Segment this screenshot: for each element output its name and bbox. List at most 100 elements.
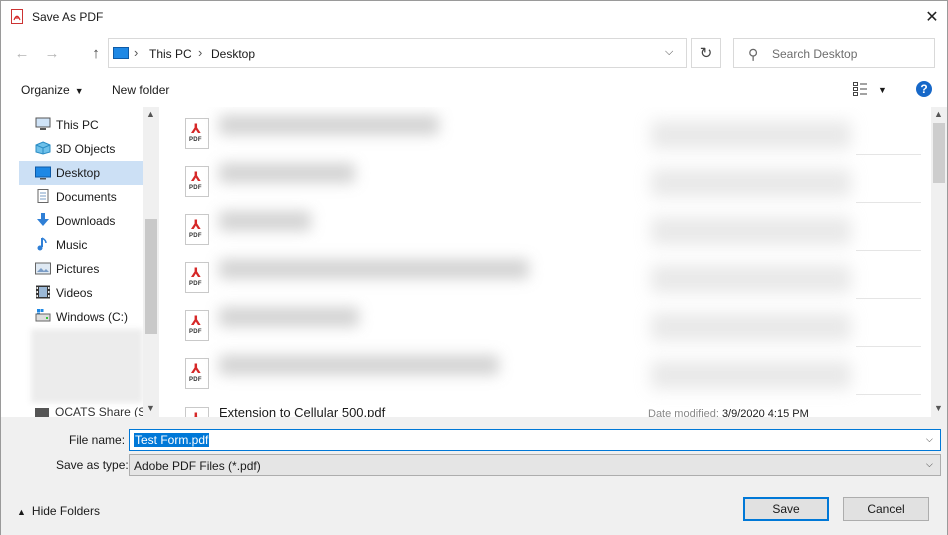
redacted-file-meta [651,265,851,293]
refresh-icon: ↻ [699,45,713,62]
music-icon [37,237,47,251]
redacted-filename [219,355,499,375]
sidebar-item-label: Downloads [56,214,116,228]
file-list-scrollbar[interactable]: ▲ ▼ [931,107,947,417]
new-folder-button[interactable]: New folder [112,83,169,97]
close-button[interactable]: ✕ [921,7,943,27]
redacted-file-meta [651,217,851,245]
file-row[interactable]: ⅄ PDF [161,299,931,347]
sidebar-scrollbar[interactable]: ▲ ▼ [143,107,159,417]
command-toolbar: Organize ▼ New folder ▼ ? [1,77,947,103]
redacted-filename [219,115,439,135]
pdf-file-icon: ⅄PDF [185,262,209,293]
sidebar-item-documents[interactable]: Documents [19,185,143,209]
search-icon: ⚲ [748,46,759,62]
breadcrumb-this-pc[interactable]: This PC [149,47,192,61]
pdf-file-icon: ⅄PDF [185,118,209,149]
pdf-file-icon: ⅄PDF [185,358,209,389]
sidebar-item-3d-objects[interactable]: 3D Objects [19,137,143,161]
chevron-down-icon[interactable]: ⌵ [926,434,933,445]
chevron-right-icon: › [198,45,203,60]
pdf-file-icon: ⅄PDF [185,407,209,417]
scroll-up-icon[interactable]: ▲ [934,109,943,119]
save-button[interactable]: Save [743,497,829,521]
redacted-file-meta [651,121,851,149]
pdf-file-icon: ⅄PDF [185,166,209,197]
network-drive-icon [35,407,49,417]
download-icon [37,213,49,226]
save-form: File name: Test Form.pdf ⌵ Save as type:… [1,417,947,535]
sidebar-item-this-pc[interactable]: This PC [19,113,143,137]
pdf-file-icon: ⅄PDF [185,310,209,341]
desktop-icon [35,166,51,180]
filename-field[interactable]: Test Form.pdf ⌵ [129,429,941,451]
file-row[interactable]: ⅄ PDF [161,251,931,299]
close-icon: ✕ [925,9,939,26]
savetype-select[interactable]: Adobe PDF Files (*.pdf) ⌵ [129,454,941,476]
search-input[interactable] [772,45,927,62]
sidebar-item-pictures[interactable]: Pictures [19,257,143,281]
sidebar-item-label: 3D Objects [56,142,116,156]
back-button[interactable]: ← [13,43,31,63]
caret-down-icon: ▼ [74,86,84,96]
arrow-right-icon: → [44,44,60,62]
window-title: Save As PDF [32,10,104,24]
sidebar-item-desktop[interactable]: Desktop [19,161,143,185]
pc-icon [35,117,51,130]
redacted-filename [219,259,529,279]
save-as-dialog: Save As PDF ✕ ← → ↑ › This PC › Desktop … [0,0,948,535]
view-options-caret-icon[interactable]: ▼ [878,85,887,95]
cancel-button[interactable]: Cancel [843,497,929,521]
date-modified-label: Date modified: [648,408,719,417]
file-row[interactable]: ⅄ PDF [161,155,931,203]
filename-value: Test Form.pdf [134,433,210,447]
chevron-down-icon: ⌵ [926,459,933,469]
address-bar[interactable]: › This PC › Desktop ⌵ [108,38,687,68]
file-row[interactable]: ⅄PDF Extension to Cellular 500.pdf Date … [161,405,931,417]
sidebar-item-share-drive[interactable]: OCATS Share (S: [35,405,149,417]
breadcrumb-desktop[interactable]: Desktop [211,47,255,61]
scroll-down-icon[interactable]: ▼ [146,403,155,413]
picture-icon [35,262,51,275]
scroll-down-icon[interactable]: ▼ [934,403,943,413]
sidebar-item-music[interactable]: Music [19,233,143,257]
file-row[interactable]: ⅄ PDF [161,203,931,251]
sidebar-item-videos[interactable]: Videos [19,281,143,305]
sidebar-item-windows-c[interactable]: Windows (C:) [19,305,143,329]
file-list-scroll-thumb[interactable] [933,123,945,183]
refresh-button[interactable]: ↻ [691,38,721,68]
file-row[interactable]: ⅄ PDF [161,347,931,395]
redacted-file-meta [651,169,851,197]
document-icon [37,189,49,203]
sidebar-scroll-thumb[interactable] [145,219,157,334]
filename-label: File name: [69,433,126,447]
sidebar-item-label: Videos [56,286,93,300]
scroll-up-icon[interactable]: ▲ [146,109,155,119]
video-icon [36,285,50,299]
navigation-pane: This PC 3D Objects Desktop Documents Dow… [19,107,159,417]
chevron-right-icon: › [134,45,139,60]
chevron-down-icon[interactable]: ⌵ [665,46,673,59]
forward-button[interactable]: → [43,43,61,63]
redacted-filename [219,163,355,183]
redacted-area [31,329,143,403]
cube-icon [35,141,51,155]
redacted-filename [219,211,311,231]
sidebar-item-downloads[interactable]: Downloads [19,209,143,233]
title-bar: Save As PDF ✕ [1,1,947,33]
search-box[interactable]: ⚲ [733,38,935,68]
file-date-modified: Date modified: 3/9/2020 4:15 PM [648,408,809,417]
redacted-filename [219,307,359,327]
sidebar-item-label: OCATS Share (S: [55,405,150,417]
up-button[interactable]: ↑ [87,43,105,63]
caret-up-icon: ▲ [17,507,26,517]
help-icon[interactable]: ? [916,81,932,97]
details-view-icon[interactable] [853,82,867,96]
sidebar-item-label: Windows (C:) [56,310,129,324]
file-row[interactable]: ⅄ PDF [161,107,931,155]
file-name: Extension to Cellular 500.pdf [219,405,386,417]
savetype-label: Save as type: [56,458,129,472]
hide-folders-button[interactable]: ▲ Hide Folders [17,504,100,518]
organize-button[interactable]: Organize ▼ [21,83,84,97]
date-modified-value: 3/9/2020 4:15 PM [721,408,809,417]
